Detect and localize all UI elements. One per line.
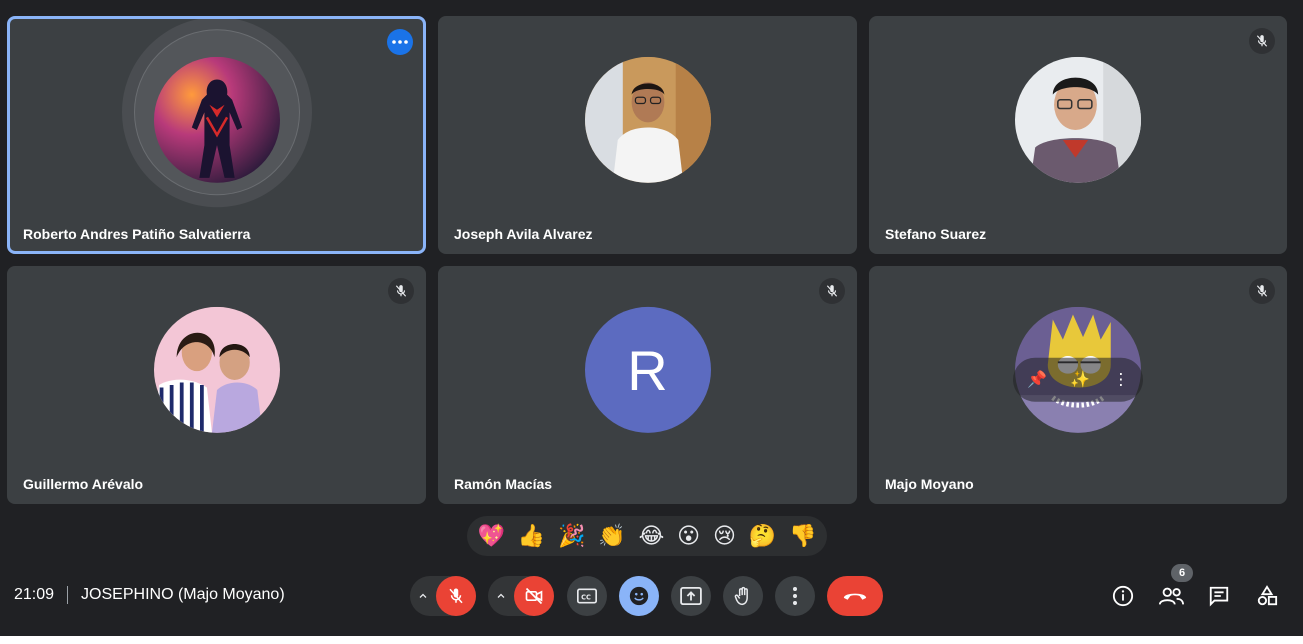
mic-off-icon: [819, 278, 845, 304]
participant-avatar: [153, 56, 280, 183]
reaction-sparkling-heart[interactable]: 💖: [477, 525, 504, 547]
taskbar-edge: [0, 636, 1303, 644]
reaction-thumbs-up[interactable]: 👍: [518, 525, 545, 547]
participant-avatar: R: [584, 306, 711, 433]
meeting-details-button[interactable]: [1107, 580, 1139, 612]
mic-off-icon: [1249, 28, 1275, 54]
present-screen-button[interactable]: [671, 576, 711, 616]
spiderman-avatar-image: [153, 56, 280, 183]
participant-name: Guillermo Arévalo: [23, 476, 144, 492]
info-icon: [1112, 585, 1134, 607]
couple-photo-avatar-image: [153, 306, 280, 433]
reaction-thinking[interactable]: 🤔: [749, 525, 776, 547]
tile-more-options-icon[interactable]: ⋮: [1113, 370, 1129, 390]
activities-shapes-icon: [1257, 585, 1278, 606]
meeting-time: 21:09: [14, 586, 55, 603]
meeting-info: 21:09 JOSEPHINO (Majo Moyano): [14, 586, 285, 604]
window-edge: [1297, 0, 1303, 636]
closed-captions-icon: CC: [577, 588, 597, 604]
reactions-button[interactable]: [619, 576, 659, 616]
mic-off-icon: [388, 278, 414, 304]
people-icon: [1158, 587, 1184, 605]
mic-off-icon: [1249, 278, 1275, 304]
reaction-surprised[interactable]: 😮: [677, 525, 700, 547]
present-screen-icon: [680, 587, 702, 605]
reaction-thumbs-down[interactable]: 👎: [789, 525, 816, 547]
reaction-laughing[interactable]: 😂: [639, 525, 665, 547]
participant-tile[interactable]: Guillermo Arévalo: [7, 266, 426, 504]
hand-icon: [734, 586, 748, 606]
participant-name: Roberto Andres Patiño Salvatierra: [23, 226, 251, 242]
participant-name: Majo Moyano: [885, 476, 974, 492]
sparkle-effects-icon[interactable]: ✨: [1070, 370, 1090, 390]
raise-hand-button[interactable]: [723, 576, 763, 616]
mic-options-chevron-icon[interactable]: [410, 590, 436, 602]
hang-up-icon: [843, 593, 867, 600]
participant-tile[interactable]: Roberto Andres Patiño Salvatierra: [7, 16, 426, 254]
mic-toggle-button[interactable]: [436, 576, 476, 616]
mic-control-group: [410, 576, 476, 616]
participant-avatar: [153, 306, 280, 433]
tile-hover-controls: 📌 ✨ ⋮: [1013, 357, 1143, 402]
more-options-icon[interactable]: [387, 29, 413, 55]
camera-options-chevron-icon[interactable]: [488, 590, 514, 602]
chat-icon: [1209, 586, 1229, 607]
vertical-dots-icon: [793, 587, 797, 605]
meeting-title: JOSEPHINO (Majo Moyano): [81, 586, 285, 603]
reaction-party-popper[interactable]: 🎉: [558, 525, 585, 547]
participant-name: Stefano Suarez: [885, 226, 987, 242]
participant-tile[interactable]: Joseph Avila Alvarez: [438, 16, 857, 254]
meeting-stage: Roberto Andres Patiño Salvatierra Joseph…: [0, 0, 1303, 644]
participant-avatar: [584, 56, 711, 183]
activities-button[interactable]: [1251, 580, 1283, 612]
emoji-icon: [629, 586, 649, 606]
svg-text:CC: CC: [581, 593, 591, 601]
man-glasses-avatar-image: [1015, 56, 1141, 183]
divider: [67, 586, 69, 604]
mic-off-icon: [449, 588, 463, 604]
participant-name: Joseph Avila Alvarez: [454, 226, 593, 242]
reaction-bar: 💖 👍 🎉 👏 😂 😮 😢 🤔 👎: [467, 516, 827, 556]
participant-tile[interactable]: 📌 ✨ ⋮ Majo Moyano: [869, 266, 1287, 504]
participant-tile[interactable]: R Ramón Macías: [438, 266, 857, 504]
leave-call-button[interactable]: [827, 576, 883, 616]
camera-control-group: [488, 576, 554, 616]
man-photo-avatar-image: [584, 56, 711, 183]
captions-button[interactable]: CC: [567, 576, 607, 616]
participant-name: Ramón Macías: [454, 476, 553, 492]
more-options-button[interactable]: [775, 576, 815, 616]
reaction-clapping[interactable]: 👏: [598, 525, 625, 547]
participant-avatar: [1015, 56, 1141, 183]
chat-button[interactable]: [1203, 580, 1235, 612]
reaction-crying[interactable]: 😢: [713, 525, 736, 547]
camera-off-icon: [525, 587, 543, 605]
camera-toggle-button[interactable]: [514, 576, 554, 616]
pin-icon[interactable]: 📌: [1027, 370, 1047, 390]
participant-tile[interactable]: Stefano Suarez: [869, 16, 1287, 254]
people-button[interactable]: [1155, 580, 1187, 612]
